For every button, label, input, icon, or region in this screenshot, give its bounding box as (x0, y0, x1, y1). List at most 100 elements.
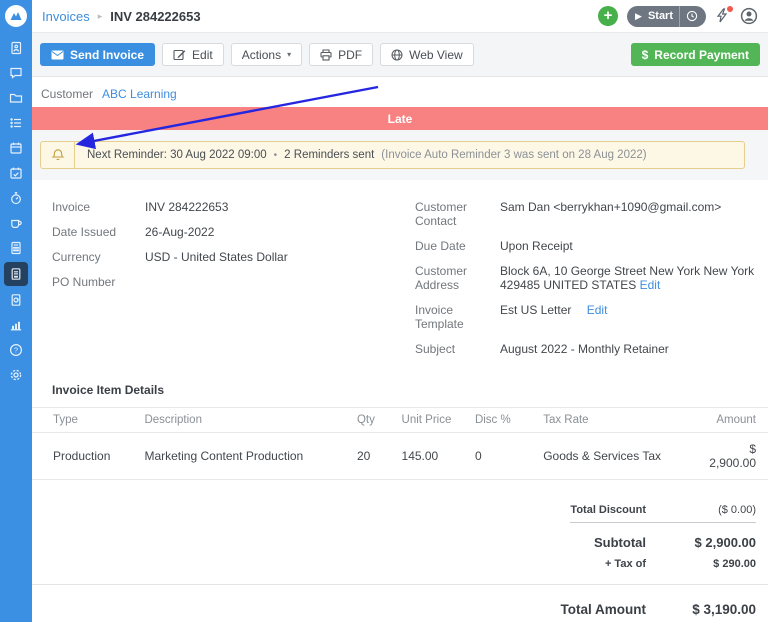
chat-icon (9, 66, 23, 80)
invoice-template-label: Invoice Template (415, 303, 500, 331)
sidebar-item-projects[interactable] (0, 85, 32, 110)
sidebar-item-schedule[interactable] (0, 135, 32, 160)
detail-row-due-date: Due Date Upon Receipt (415, 239, 756, 253)
subject-label: Subject (415, 342, 500, 356)
pdf-button[interactable]: PDF (309, 43, 373, 66)
due-date-label: Due Date (415, 239, 500, 253)
total-discount-value: ($ 0.00) (646, 504, 756, 516)
detail-row-po-number: PO Number (52, 275, 415, 289)
pdf-label: PDF (338, 48, 362, 62)
total-discount-label: Total Discount (570, 504, 646, 516)
envelope-icon (51, 50, 64, 60)
globe-icon (391, 49, 403, 61)
reminder-text: Next Reminder: 30 Aug 2022 09:00 • 2 Rem… (75, 142, 659, 168)
cell-description: Marketing Content Production (144, 433, 357, 480)
bell-cell (41, 142, 75, 168)
cell-amount: $ 2,900.00 (709, 433, 768, 480)
task-list-icon (9, 116, 23, 130)
sidebar-item-estimates[interactable] (0, 235, 32, 260)
subtotal-row: Subtotal $ 2,900.00 (594, 535, 756, 550)
detail-row-invoice-template: Invoice Template Est US Letter Edit (415, 303, 756, 331)
play-icon: ▶ (635, 11, 642, 22)
record-payment-button[interactable]: $ Record Payment (631, 43, 760, 66)
total-amount-row: Total Amount $ 3,190.00 (32, 602, 768, 617)
sidebar-item-help[interactable]: ? (0, 337, 32, 362)
pill-divider (679, 6, 680, 27)
sidebar-item-contacts[interactable] (0, 35, 32, 60)
clock-icon[interactable] (686, 10, 698, 22)
quick-add-button[interactable]: + (598, 6, 618, 26)
bar-chart-icon (9, 318, 23, 332)
breadcrumb: Invoices ▸ INV 284222653 (42, 9, 598, 24)
cell-qty: 20 (357, 433, 402, 480)
sidebar-item-expenses[interactable] (0, 210, 32, 235)
recurring-invoice-icon (9, 293, 23, 307)
currency-value: USD - United States Dollar (145, 250, 288, 264)
start-timer-label: Start (648, 10, 673, 22)
actions-label: Actions (242, 48, 281, 62)
total-discount-row: Total Discount ($ 0.00) (570, 504, 756, 523)
reminder-banner: Next Reminder: 30 Aug 2022 09:00 • 2 Rem… (40, 141, 745, 169)
avaza-logo[interactable] (5, 5, 27, 27)
sidebar-item-timer[interactable] (0, 185, 32, 210)
dollar-icon: $ (642, 48, 649, 62)
header-amount: Amount (709, 408, 768, 433)
edit-address-link[interactable]: Edit (640, 278, 661, 292)
header-description: Description (144, 408, 357, 433)
avaza-logo-icon (9, 9, 23, 23)
customer-label: Customer (41, 87, 93, 101)
invoice-template-value: Est US Letter Edit (500, 303, 756, 331)
po-number-label: PO Number (52, 275, 145, 289)
total-amount-label: Total Amount (561, 602, 646, 617)
account-button[interactable] (740, 7, 758, 25)
topbar: Invoices ▸ INV 284222653 + ▶ Start (32, 0, 768, 33)
web-view-button[interactable]: Web View (380, 43, 474, 66)
page-title: INV 284222653 (110, 9, 200, 24)
customer-contact-value: Sam Dan <berrykhan+1090@gmail.com> (500, 200, 756, 228)
edit-button[interactable]: Edit (162, 43, 224, 66)
cup-icon (9, 216, 23, 230)
svg-text:?: ? (14, 345, 18, 354)
template-name: Est US Letter (500, 303, 571, 317)
detail-row-subject: Subject August 2022 - Monthly Retainer (415, 342, 756, 356)
detail-row-currency: Currency USD - United States Dollar (52, 250, 415, 264)
header-disc: Disc % (475, 408, 543, 433)
details-left-column: Invoice INV 284222653 Date Issued 26-Aug… (52, 200, 415, 367)
invoice-number: INV 284222653 (145, 200, 228, 214)
calculator-icon (9, 241, 23, 255)
customer-name-link[interactable]: ABC Learning (102, 87, 177, 101)
notification-dot (727, 6, 733, 12)
edit-template-link[interactable]: Edit (587, 303, 608, 317)
customer-contact-label: Customer Contact (415, 200, 500, 228)
active-item-highlight (4, 262, 28, 286)
detail-row-date-issued: Date Issued 26-Aug-2022 (52, 225, 415, 239)
invoice-items-table: Type Description Qty Unit Price Disc % T… (32, 407, 768, 480)
sidebar-item-tasks[interactable] (0, 110, 32, 135)
sidebar-item-reports[interactable] (0, 312, 32, 337)
timer-widget[interactable]: ▶ Start (627, 6, 706, 27)
items-section-title: Invoice Item Details (52, 383, 768, 397)
contacts-icon (9, 41, 23, 55)
sidebar-item-invoices[interactable] (0, 260, 32, 287)
sidebar: ? (0, 0, 32, 622)
sidebar-item-recurring-invoices[interactable] (0, 287, 32, 312)
printer-icon (320, 49, 332, 61)
sidebar-item-settings[interactable] (0, 362, 32, 387)
header-unit-price: Unit Price (402, 408, 475, 433)
user-icon (740, 7, 758, 25)
table-header-row: Type Description Qty Unit Price Disc % T… (32, 408, 768, 433)
caret-down-icon: ▾ (287, 50, 291, 59)
whats-new-button[interactable] (715, 8, 731, 24)
tax-row: + Tax of $ 290.00 (605, 558, 756, 570)
actions-button[interactable]: Actions ▾ (231, 43, 302, 66)
sidebar-item-chat[interactable] (0, 60, 32, 85)
breadcrumb-separator-icon: ▸ (98, 11, 103, 22)
subtotal-label: Subtotal (594, 535, 646, 550)
due-date-value: Upon Receipt (500, 239, 756, 253)
breadcrumb-invoices-link[interactable]: Invoices (42, 9, 90, 24)
invoice-icon (9, 267, 23, 281)
detail-row-customer-contact: Customer Contact Sam Dan <berrykhan+1090… (415, 200, 756, 228)
sidebar-item-timesheets[interactable] (0, 160, 32, 185)
send-invoice-button[interactable]: Send Invoice (40, 43, 155, 66)
currency-label: Currency (52, 250, 145, 264)
